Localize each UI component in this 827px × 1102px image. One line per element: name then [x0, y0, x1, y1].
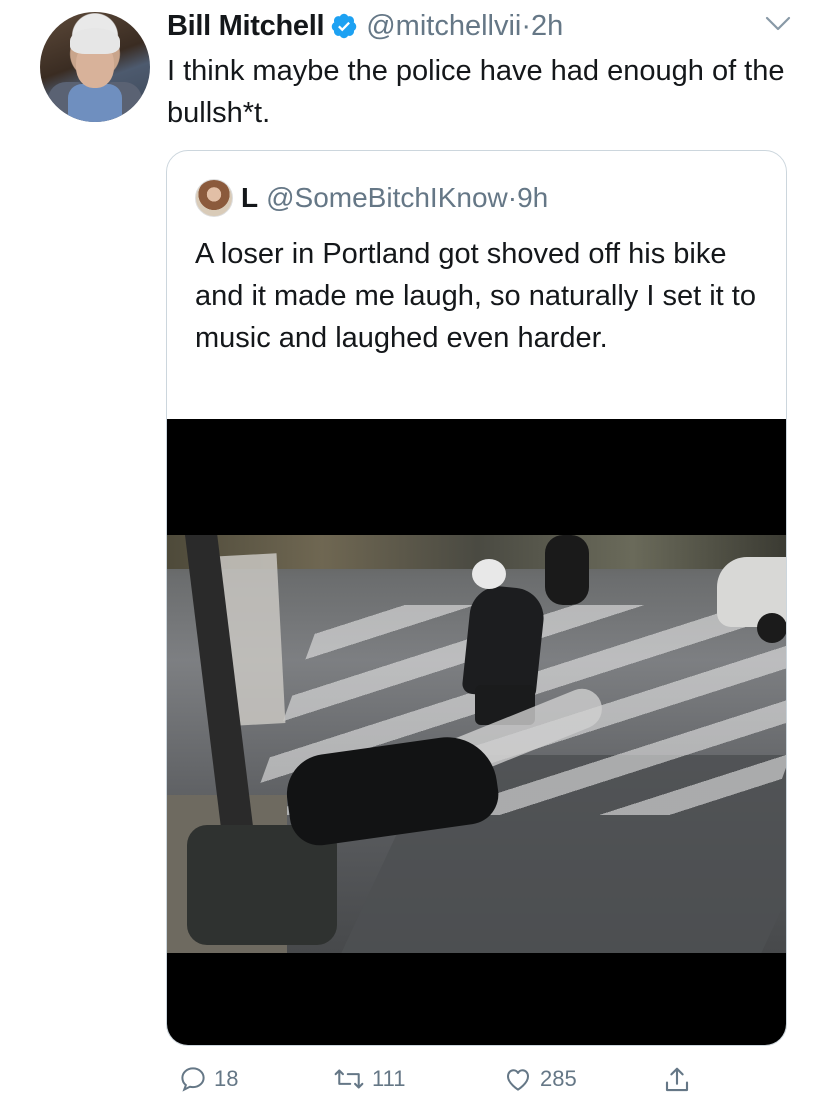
tweet-actions: 18 111 285: [166, 1064, 726, 1102]
avatar-shirt: [68, 84, 122, 122]
tweet-time: 2h: [531, 9, 564, 42]
tweet-text: I think maybe the police have had enough…: [167, 55, 785, 129]
quoted-author-avatar[interactable]: [195, 179, 233, 217]
like-button[interactable]: 285: [496, 1064, 577, 1094]
quoted-tweet-text: A loser in Portland got shoved off his b…: [195, 238, 756, 354]
share-button[interactable]: [656, 1064, 692, 1096]
officer-helmet: [472, 559, 506, 589]
author-avatar[interactable]: [40, 12, 150, 122]
author-handle[interactable]: @mitchellvii·2h: [366, 10, 563, 43]
author-handle-text: @mitchellvii: [366, 9, 522, 42]
quoted-author-name[interactable]: L: [241, 182, 258, 214]
like-icon: [502, 1064, 534, 1094]
quoted-time-separator: ·: [507, 182, 518, 213]
retweet-icon: [332, 1064, 366, 1094]
reply-button[interactable]: 18: [172, 1064, 238, 1094]
retweet-count: 111: [372, 1066, 406, 1091]
reply-icon: [178, 1064, 208, 1094]
tweet-header: Bill Mitchell @mitchellvii·2h: [167, 6, 563, 46]
background-figure: [545, 535, 589, 605]
video-thumbnail: [167, 535, 786, 953]
avatar-hair: [70, 28, 120, 54]
verified-badge-icon: [330, 12, 358, 40]
author-name[interactable]: Bill Mitchell: [167, 10, 325, 43]
quoted-handle-text: @SomeBitchIKnow: [266, 182, 508, 213]
like-count: 285: [540, 1066, 577, 1091]
retweet-button[interactable]: 111: [326, 1064, 405, 1094]
officer-figure: [461, 583, 547, 701]
chevron-down-icon[interactable]: [765, 14, 791, 34]
reply-count: 18: [214, 1066, 239, 1091]
quoted-tweet-time: 9h: [517, 182, 549, 213]
car-wheel: [757, 613, 786, 643]
time-separator: ·: [521, 9, 532, 42]
share-icon: [662, 1064, 692, 1096]
quoted-author-handle[interactable]: @SomeBitchIKnow·9h: [266, 182, 548, 214]
video-player[interactable]: [167, 419, 786, 1045]
quoted-tweet-header: L @SomeBitchIKnow·9h: [195, 179, 548, 217]
quoted-tweet[interactable]: L @SomeBitchIKnow·9h A loser in Portland…: [166, 150, 787, 1046]
